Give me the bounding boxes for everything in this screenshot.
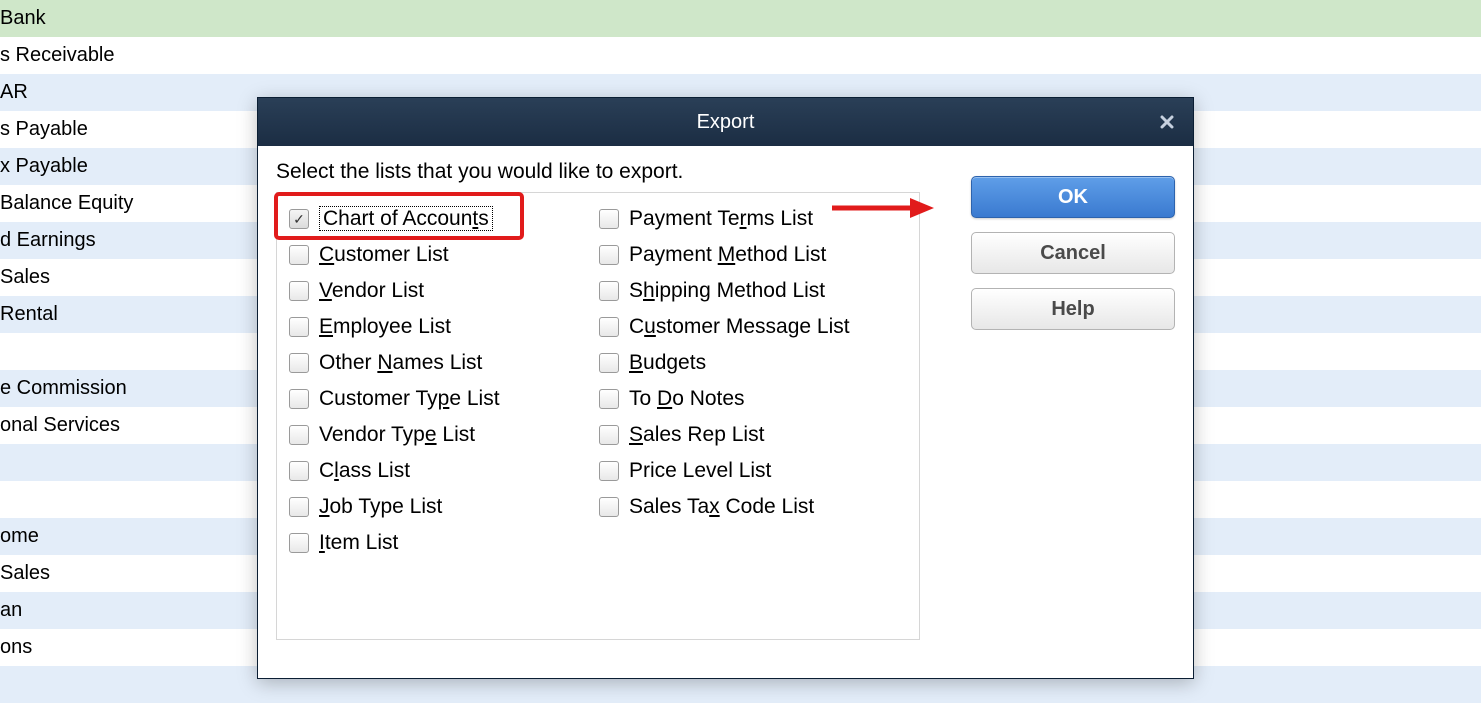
checkbox-row-other-names-list: ✓ Other Names List bbox=[289, 345, 587, 381]
checkbox-payment-method-list[interactable]: ✓ bbox=[599, 245, 619, 265]
checkbox-row-shipping-method-list: ✓ Shipping Method List bbox=[599, 273, 907, 309]
checkbox-customer-list[interactable]: ✓ bbox=[289, 245, 309, 265]
checkbox-row-vendor-type-list: ✓ Vendor Type List bbox=[289, 417, 587, 453]
checkbox-row-customer-message-list: ✓ Customer Message List bbox=[599, 309, 907, 345]
account-row[interactable]: Bank bbox=[0, 0, 1481, 37]
checkbox-row-customer-list: ✓ Customer List bbox=[289, 237, 587, 273]
checkbox-label-budgets[interactable]: Budgets bbox=[629, 351, 706, 375]
checkbox-label-class-list[interactable]: Class List bbox=[319, 459, 410, 483]
checkbox-vendor-list[interactable]: ✓ bbox=[289, 281, 309, 301]
checkbox-row-job-type-list: ✓ Job Type List bbox=[289, 489, 587, 525]
checkbox-row-sales-tax-code-list: ✓ Sales Tax Code List bbox=[599, 489, 907, 525]
checkbox-row-item-list: ✓ Item List bbox=[289, 525, 587, 561]
checkbox-row-vendor-list: ✓ Vendor List bbox=[289, 273, 587, 309]
checkbox-row-budgets: ✓ Budgets bbox=[599, 345, 907, 381]
checkbox-item-list[interactable]: ✓ bbox=[289, 533, 309, 553]
checkbox-row-to-do-notes: ✓ To Do Notes bbox=[599, 381, 907, 417]
checkbox-label-sales-tax-code-list[interactable]: Sales Tax Code List bbox=[629, 495, 814, 519]
checkbox-label-shipping-method-list[interactable]: Shipping Method List bbox=[629, 279, 825, 303]
checkbox-job-type-list[interactable]: ✓ bbox=[289, 497, 309, 517]
checkbox-row-employee-list: ✓ Employee List bbox=[289, 309, 587, 345]
checkbox-row-sales-rep-list: ✓ Sales Rep List bbox=[599, 417, 907, 453]
checkbox-sales-tax-code-list[interactable]: ✓ bbox=[599, 497, 619, 517]
checkbox-label-job-type-list[interactable]: Job Type List bbox=[319, 495, 442, 519]
checkbox-label-to-do-notes[interactable]: To Do Notes bbox=[629, 387, 745, 411]
checkbox-label-vendor-list[interactable]: Vendor List bbox=[319, 279, 424, 303]
checkbox-label-other-names-list[interactable]: Other Names List bbox=[319, 351, 482, 375]
checkbox-chart-of-accounts[interactable]: ✓ bbox=[289, 209, 309, 229]
lists-frame: ✓ Chart of Accounts ✓ Customer List ✓ Vendor … bbox=[276, 192, 920, 640]
dialog-titlebar: Export bbox=[258, 98, 1193, 146]
checkbox-label-employee-list[interactable]: Employee List bbox=[319, 315, 451, 339]
checkbox-column-left: ✓ Chart of Accounts ✓ Customer List ✓ Vendor … bbox=[277, 201, 587, 561]
close-icon[interactable] bbox=[1153, 108, 1181, 136]
checkbox-label-sales-rep-list[interactable]: Sales Rep List bbox=[629, 423, 764, 447]
checkbox-row-payment-method-list: ✓ Payment Method List bbox=[599, 237, 907, 273]
checkbox-label-payment-terms-list[interactable]: Payment Terms List bbox=[629, 207, 813, 231]
checkbox-payment-terms-list[interactable]: ✓ bbox=[599, 209, 619, 229]
checkbox-label-chart-of-accounts[interactable]: Chart of Accounts bbox=[319, 207, 493, 231]
checkbox-label-customer-type-list[interactable]: Customer Type List bbox=[319, 387, 500, 411]
checkbox-employee-list[interactable]: ✓ bbox=[289, 317, 309, 337]
dialog-title: Export bbox=[697, 111, 755, 134]
checkbox-label-customer-list[interactable]: Customer List bbox=[319, 243, 449, 267]
checkbox-customer-type-list[interactable]: ✓ bbox=[289, 389, 309, 409]
checkbox-to-do-notes[interactable]: ✓ bbox=[599, 389, 619, 409]
checkbox-shipping-method-list[interactable]: ✓ bbox=[599, 281, 619, 301]
dialog-button-column: OK Cancel Help bbox=[971, 176, 1175, 330]
checkbox-other-names-list[interactable]: ✓ bbox=[289, 353, 309, 373]
checkbox-label-payment-method-list[interactable]: Payment Method List bbox=[629, 243, 826, 267]
checkbox-row-payment-terms-list: ✓ Payment Terms List bbox=[599, 201, 907, 237]
checkbox-row-class-list: ✓ Class List bbox=[289, 453, 587, 489]
checkbox-label-vendor-type-list[interactable]: Vendor Type List bbox=[319, 423, 475, 447]
export-dialog: Export Select the lists that you would l… bbox=[257, 97, 1194, 679]
checkbox-column-right: ✓Payment Terms List✓Payment Method List✓… bbox=[587, 201, 907, 561]
checkbox-row-chart-of-accounts: ✓ Chart of Accounts bbox=[289, 201, 587, 237]
account-row[interactable]: s Receivable bbox=[0, 37, 1481, 74]
cancel-button[interactable]: Cancel bbox=[971, 232, 1175, 274]
checkbox-sales-rep-list[interactable]: ✓ bbox=[599, 425, 619, 445]
checkbox-vendor-type-list[interactable]: ✓ bbox=[289, 425, 309, 445]
checkbox-class-list[interactable]: ✓ bbox=[289, 461, 309, 481]
checkbox-row-customer-type-list: ✓ Customer Type List bbox=[289, 381, 587, 417]
checkbox-customer-message-list[interactable]: ✓ bbox=[599, 317, 619, 337]
checkbox-label-price-level-list[interactable]: Price Level List bbox=[629, 459, 771, 483]
help-button[interactable]: Help bbox=[971, 288, 1175, 330]
checkbox-budgets[interactable]: ✓ bbox=[599, 353, 619, 373]
checkbox-row-price-level-list: ✓ Price Level List bbox=[599, 453, 907, 489]
checkbox-price-level-list[interactable]: ✓ bbox=[599, 461, 619, 481]
ok-button[interactable]: OK bbox=[971, 176, 1175, 218]
checkbox-label-customer-message-list[interactable]: Customer Message List bbox=[629, 315, 850, 339]
checkbox-label-item-list[interactable]: Item List bbox=[319, 531, 398, 555]
